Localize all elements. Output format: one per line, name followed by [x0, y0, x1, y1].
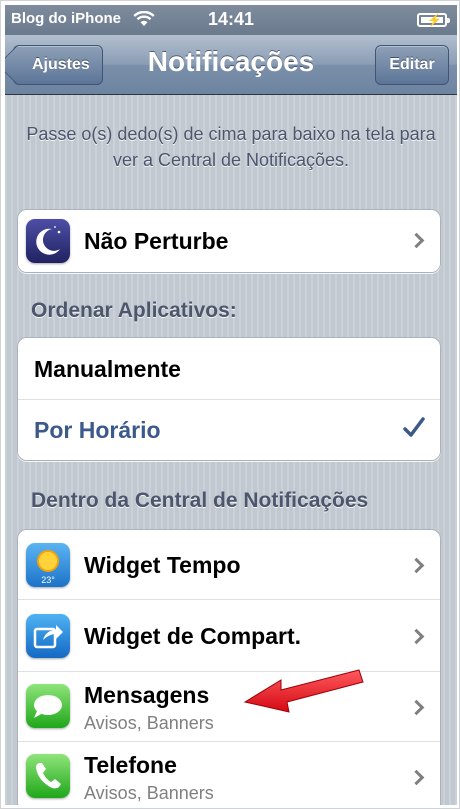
intro-text: Passe o(s) dedo(s) de cima para baixo na…: [26, 124, 436, 170]
chevron-right-icon: [408, 232, 425, 249]
sort-option-label: Manualmente: [34, 356, 181, 382]
app-label: Mensagens: [84, 682, 210, 708]
navigation-bar: Ajustes Notificações Editar: [5, 35, 457, 95]
edit-button[interactable]: Editar: [375, 45, 449, 85]
messages-icon: [26, 684, 70, 728]
sort-option-label: Por Horário: [34, 417, 161, 443]
moon-icon: [26, 219, 70, 263]
status-bar: Blog do iPhone 14:41 ⚡: [5, 5, 457, 35]
app-row-share-widget[interactable]: Widget de Compart.: [18, 600, 440, 672]
status-time: 14:41: [207, 9, 255, 29]
settings-screen: Blog do iPhone 14:41 ⚡ Ajustes Notificaç…: [5, 5, 457, 805]
screenshot-frame: Blog do iPhone 14:41 ⚡ Ajustes Notificaç…: [0, 0, 460, 809]
sort-section-header: Ordenar Aplicativos:: [31, 299, 237, 322]
share-icon: [26, 614, 70, 658]
notification-center-apps-group: 23° Widget Tempo Widget de Compart. Mens…: [17, 529, 441, 805]
app-subtitle: Avisos, Banners: [84, 713, 214, 733]
phone-icon: [26, 754, 70, 798]
chevron-right-icon: [408, 557, 425, 574]
sort-option-by-time[interactable]: Por Horário: [18, 400, 440, 460]
chevron-right-icon: [408, 769, 425, 786]
sort-options-group: Manualmente Por Horário: [17, 337, 441, 461]
do-not-disturb-label: Não Perturbe: [84, 228, 229, 254]
chevron-right-icon: [408, 699, 425, 716]
red-arrow-annotation: [243, 669, 364, 713]
notification-center-section-header: Dentro da Central de Notificações: [31, 489, 369, 512]
app-row-messages[interactable]: Mensagens Avisos, Banners: [18, 672, 440, 742]
weather-icon: 23°: [26, 543, 70, 587]
app-row-phone[interactable]: Telefone Avisos, Banners: [18, 742, 440, 805]
chevron-right-icon: [408, 628, 425, 645]
app-subtitle: Avisos, Banners: [84, 783, 214, 803]
app-label: Telefone: [84, 752, 177, 778]
app-row-weather-widget[interactable]: 23° Widget Tempo: [18, 530, 440, 600]
do-not-disturb-row[interactable]: Não Perturbe: [18, 210, 440, 272]
do-not-disturb-group: Não Perturbe: [17, 209, 441, 273]
app-label: Widget de Compart.: [84, 623, 302, 649]
sort-option-manual[interactable]: Manualmente: [18, 338, 440, 400]
checkmark-icon: [403, 417, 425, 437]
battery-charging-icon: ⚡: [417, 13, 450, 27]
app-label: Widget Tempo: [84, 552, 241, 578]
weather-temp: 23°: [41, 575, 55, 585]
